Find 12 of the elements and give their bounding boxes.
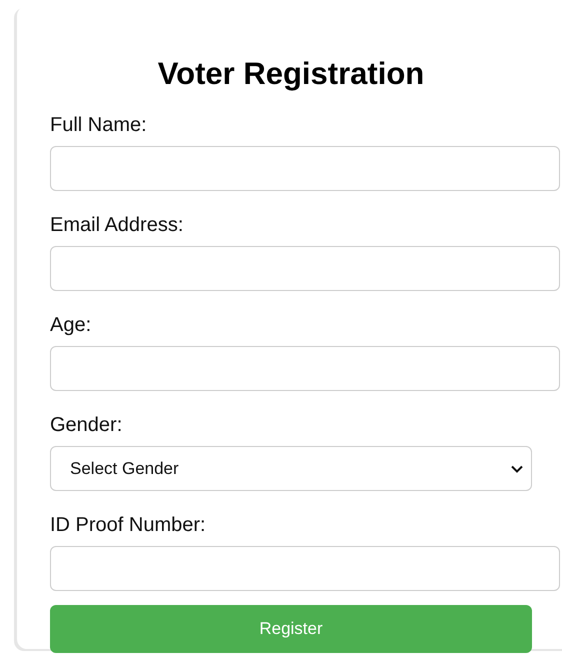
chevron-down-icon xyxy=(511,464,523,472)
field-label: Age: xyxy=(50,313,92,337)
input-field[interactable] xyxy=(50,246,560,291)
field-label: Email Address: xyxy=(50,213,184,237)
form-title: Voter Registration xyxy=(156,55,426,93)
input-field[interactable] xyxy=(50,146,560,191)
field-label: Gender: xyxy=(50,413,122,437)
input-field[interactable] xyxy=(50,346,560,391)
field-label: ID Proof Number: xyxy=(50,513,206,537)
input-field[interactable] xyxy=(50,546,560,591)
field-label: Full Name: xyxy=(50,113,147,137)
dropdown-field[interactable]: Select Gender xyxy=(50,446,532,491)
